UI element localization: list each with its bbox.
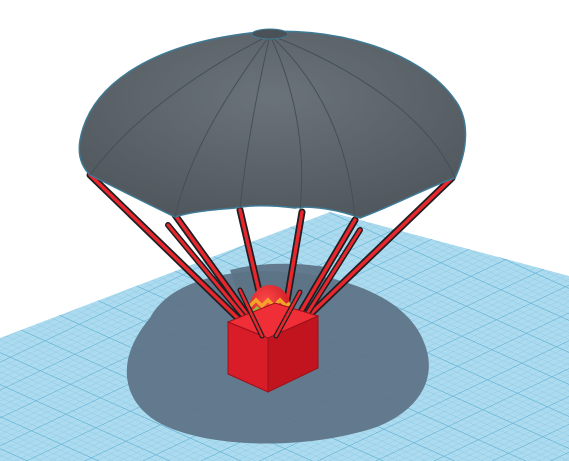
parachute-canopy[interactable]: [78, 28, 467, 219]
3d-viewport[interactable]: [0, 0, 569, 461]
